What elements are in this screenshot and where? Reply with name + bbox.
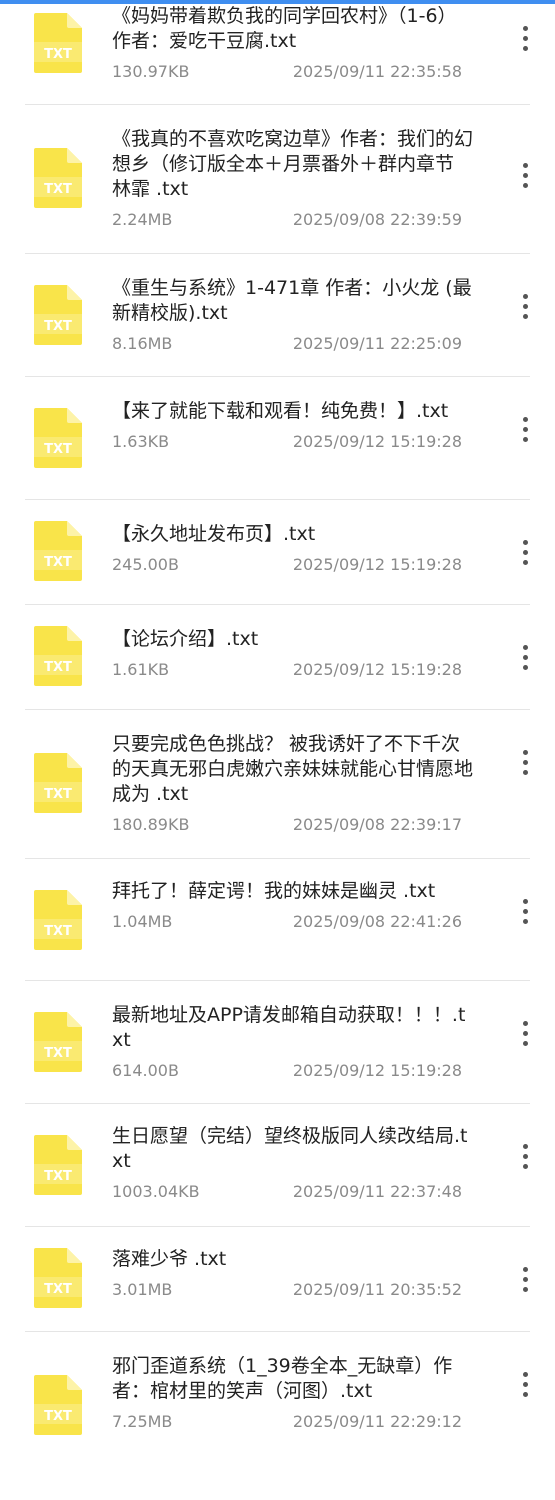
file-list-item[interactable]: TXT 《重生与系统》1-471章 作者：小火龙 (最新精校版).txt 8.1… xyxy=(0,254,555,376)
file-date: 2025/09/12 15:19:28 xyxy=(292,1061,462,1080)
txt-file-icon-label: TXT xyxy=(44,787,72,802)
file-size: 180.89KB xyxy=(112,815,190,834)
file-title: 【论坛介绍】.txt xyxy=(112,628,259,650)
file-date: 2025/09/08 22:39:17 xyxy=(292,815,462,834)
file-list-item[interactable]: TXT 邪门歪道系统（1_39卷全本_无缺章）作者：棺材里的笑声（河图）.txt… xyxy=(0,1332,555,1482)
more-options-icon[interactable] xyxy=(513,891,537,931)
file-size: 130.97KB xyxy=(112,62,190,81)
txt-file-icon-label: TXT xyxy=(44,1169,72,1184)
file-list-item[interactable]: TXT 只要完成色色挑战？ 被我诱奸了不下千次的天真无邪白虎嫩穴亲妹妹就能心甘情… xyxy=(0,710,555,858)
file-title: 落难少爷 .txt xyxy=(112,1248,227,1270)
file-list-item[interactable]: TXT 生日愿望（完结）望终极版同人续改结局.txt 1003.04KB 202… xyxy=(0,1104,555,1226)
txt-file-icon: TXT xyxy=(33,625,83,687)
file-date: 2025/09/11 20:35:52 xyxy=(292,1280,462,1299)
file-size: 1.04MB xyxy=(112,912,173,931)
file-date: 2025/09/12 15:19:28 xyxy=(292,660,462,679)
more-options-icon[interactable] xyxy=(513,18,537,58)
file-date: 2025/09/11 22:37:48 xyxy=(292,1182,462,1201)
txt-file-icon: TXT xyxy=(33,1247,83,1309)
file-date: 2025/09/12 15:19:28 xyxy=(292,432,462,451)
txt-file-icon: TXT xyxy=(33,1374,83,1436)
file-title: 生日愿望（完结）望终极版同人续改结局.txt xyxy=(112,1125,468,1172)
file-size: 614.00B xyxy=(112,1061,179,1080)
file-date: 2025/09/11 22:25:09 xyxy=(292,334,462,353)
file-size: 245.00B xyxy=(112,555,179,574)
txt-file-icon-label: TXT xyxy=(44,182,72,197)
file-title: 《我真的不喜欢吃窝边草》作者：我们的幻想乡（修订版全本＋月票番外＋群内章节 林霏… xyxy=(112,128,474,200)
txt-file-icon: TXT xyxy=(33,1011,83,1073)
file-list-item[interactable]: TXT 最新地址及APP请发邮箱自动获取！！！.txt 614.00B 2025… xyxy=(0,981,555,1103)
txt-file-icon: TXT xyxy=(33,1134,83,1196)
file-title: 【来了就能下载和观看！纯免费！】.txt xyxy=(112,400,449,422)
txt-file-icon-label: TXT xyxy=(44,47,72,62)
file-size: 2.24MB xyxy=(112,210,173,229)
file-size: 1.63KB xyxy=(112,432,170,451)
txt-file-icon-label: TXT xyxy=(44,660,72,675)
txt-file-icon: TXT xyxy=(33,520,83,582)
txt-file-icon: TXT xyxy=(33,12,83,74)
file-list-item[interactable]: TXT 《妈妈带着欺负我的同学回农村》（1-6）作者：爱吃干豆腐.txt 130… xyxy=(0,0,555,104)
txt-file-icon: TXT xyxy=(33,889,83,951)
file-size: 1.61KB xyxy=(112,660,170,679)
txt-file-icon-label: TXT xyxy=(44,924,72,939)
txt-file-icon: TXT xyxy=(33,752,83,814)
more-options-icon[interactable] xyxy=(513,155,537,195)
file-list-item[interactable]: TXT 【永久地址发布页】.txt 245.00B 2025/09/12 15:… xyxy=(0,500,555,604)
more-options-icon[interactable] xyxy=(513,742,537,782)
more-options-icon[interactable] xyxy=(513,1013,537,1053)
file-date: 2025/09/08 22:39:59 xyxy=(292,210,462,229)
txt-file-icon-label: TXT xyxy=(44,1282,72,1297)
more-options-icon[interactable] xyxy=(513,1136,537,1176)
txt-file-icon: TXT xyxy=(33,284,83,346)
more-options-icon[interactable] xyxy=(513,532,537,572)
file-date: 2025/09/11 22:29:12 xyxy=(292,1412,462,1431)
file-size: 1003.04KB xyxy=(112,1182,200,1201)
txt-file-icon-label: TXT xyxy=(44,319,72,334)
more-options-icon[interactable] xyxy=(513,286,537,326)
file-date: 2025/09/08 22:41:26 xyxy=(292,912,462,931)
file-title: 拜托了！薛定谔！我的妹妹是幽灵 .txt xyxy=(112,880,436,902)
more-options-icon[interactable] xyxy=(513,637,537,677)
file-title: 邪门歪道系统（1_39卷全本_无缺章）作者：棺材里的笑声（河图）.txt xyxy=(112,1355,453,1402)
more-options-icon[interactable] xyxy=(513,1364,537,1404)
file-title: 《妈妈带着欺负我的同学回农村》（1-6）作者：爱吃干豆腐.txt xyxy=(112,5,457,52)
file-list-item[interactable]: TXT 拜托了！薛定谔！我的妹妹是幽灵 .txt 1.04MB 2025/09/… xyxy=(0,859,555,981)
txt-file-icon: TXT xyxy=(33,407,83,469)
txt-file-icon-label: TXT xyxy=(44,555,72,570)
more-options-icon[interactable] xyxy=(513,1259,537,1299)
file-title: 《重生与系统》1-471章 作者：小火龙 (最新精校版).txt xyxy=(112,277,472,324)
file-date: 2025/09/11 22:35:58 xyxy=(292,62,462,81)
file-size: 8.16MB xyxy=(112,334,173,353)
file-list-item[interactable]: TXT 【来了就能下载和观看！纯免费！】.txt 1.63KB 2025/09/… xyxy=(0,377,555,499)
file-size: 7.25MB xyxy=(112,1412,173,1431)
file-date: 2025/09/12 15:19:28 xyxy=(292,555,462,574)
file-title: 最新地址及APP请发邮箱自动获取！！！.txt xyxy=(112,1004,466,1051)
txt-file-icon-label: TXT xyxy=(44,442,72,457)
file-list-item[interactable]: TXT 落难少爷 .txt 3.01MB 2025/09/11 20:35:52 xyxy=(0,1227,555,1331)
txt-file-icon-label: TXT xyxy=(44,1046,72,1061)
more-options-icon[interactable] xyxy=(513,409,537,449)
file-title: 【永久地址发布页】.txt xyxy=(112,523,316,545)
file-size: 3.01MB xyxy=(112,1280,173,1299)
file-title: 只要完成色色挑战？ 被我诱奸了不下千次的天真无邪白虎嫩穴亲妹妹就能心甘情愿地成为… xyxy=(112,733,474,805)
file-list-item[interactable]: TXT 【论坛介绍】.txt 1.61KB 2025/09/12 15:19:2… xyxy=(0,605,555,709)
txt-file-icon: TXT xyxy=(33,147,83,209)
txt-file-icon-label: TXT xyxy=(44,1409,72,1424)
file-list-item[interactable]: TXT 《我真的不喜欢吃窝边草》作者：我们的幻想乡（修订版全本＋月票番外＋群内章… xyxy=(0,105,555,253)
